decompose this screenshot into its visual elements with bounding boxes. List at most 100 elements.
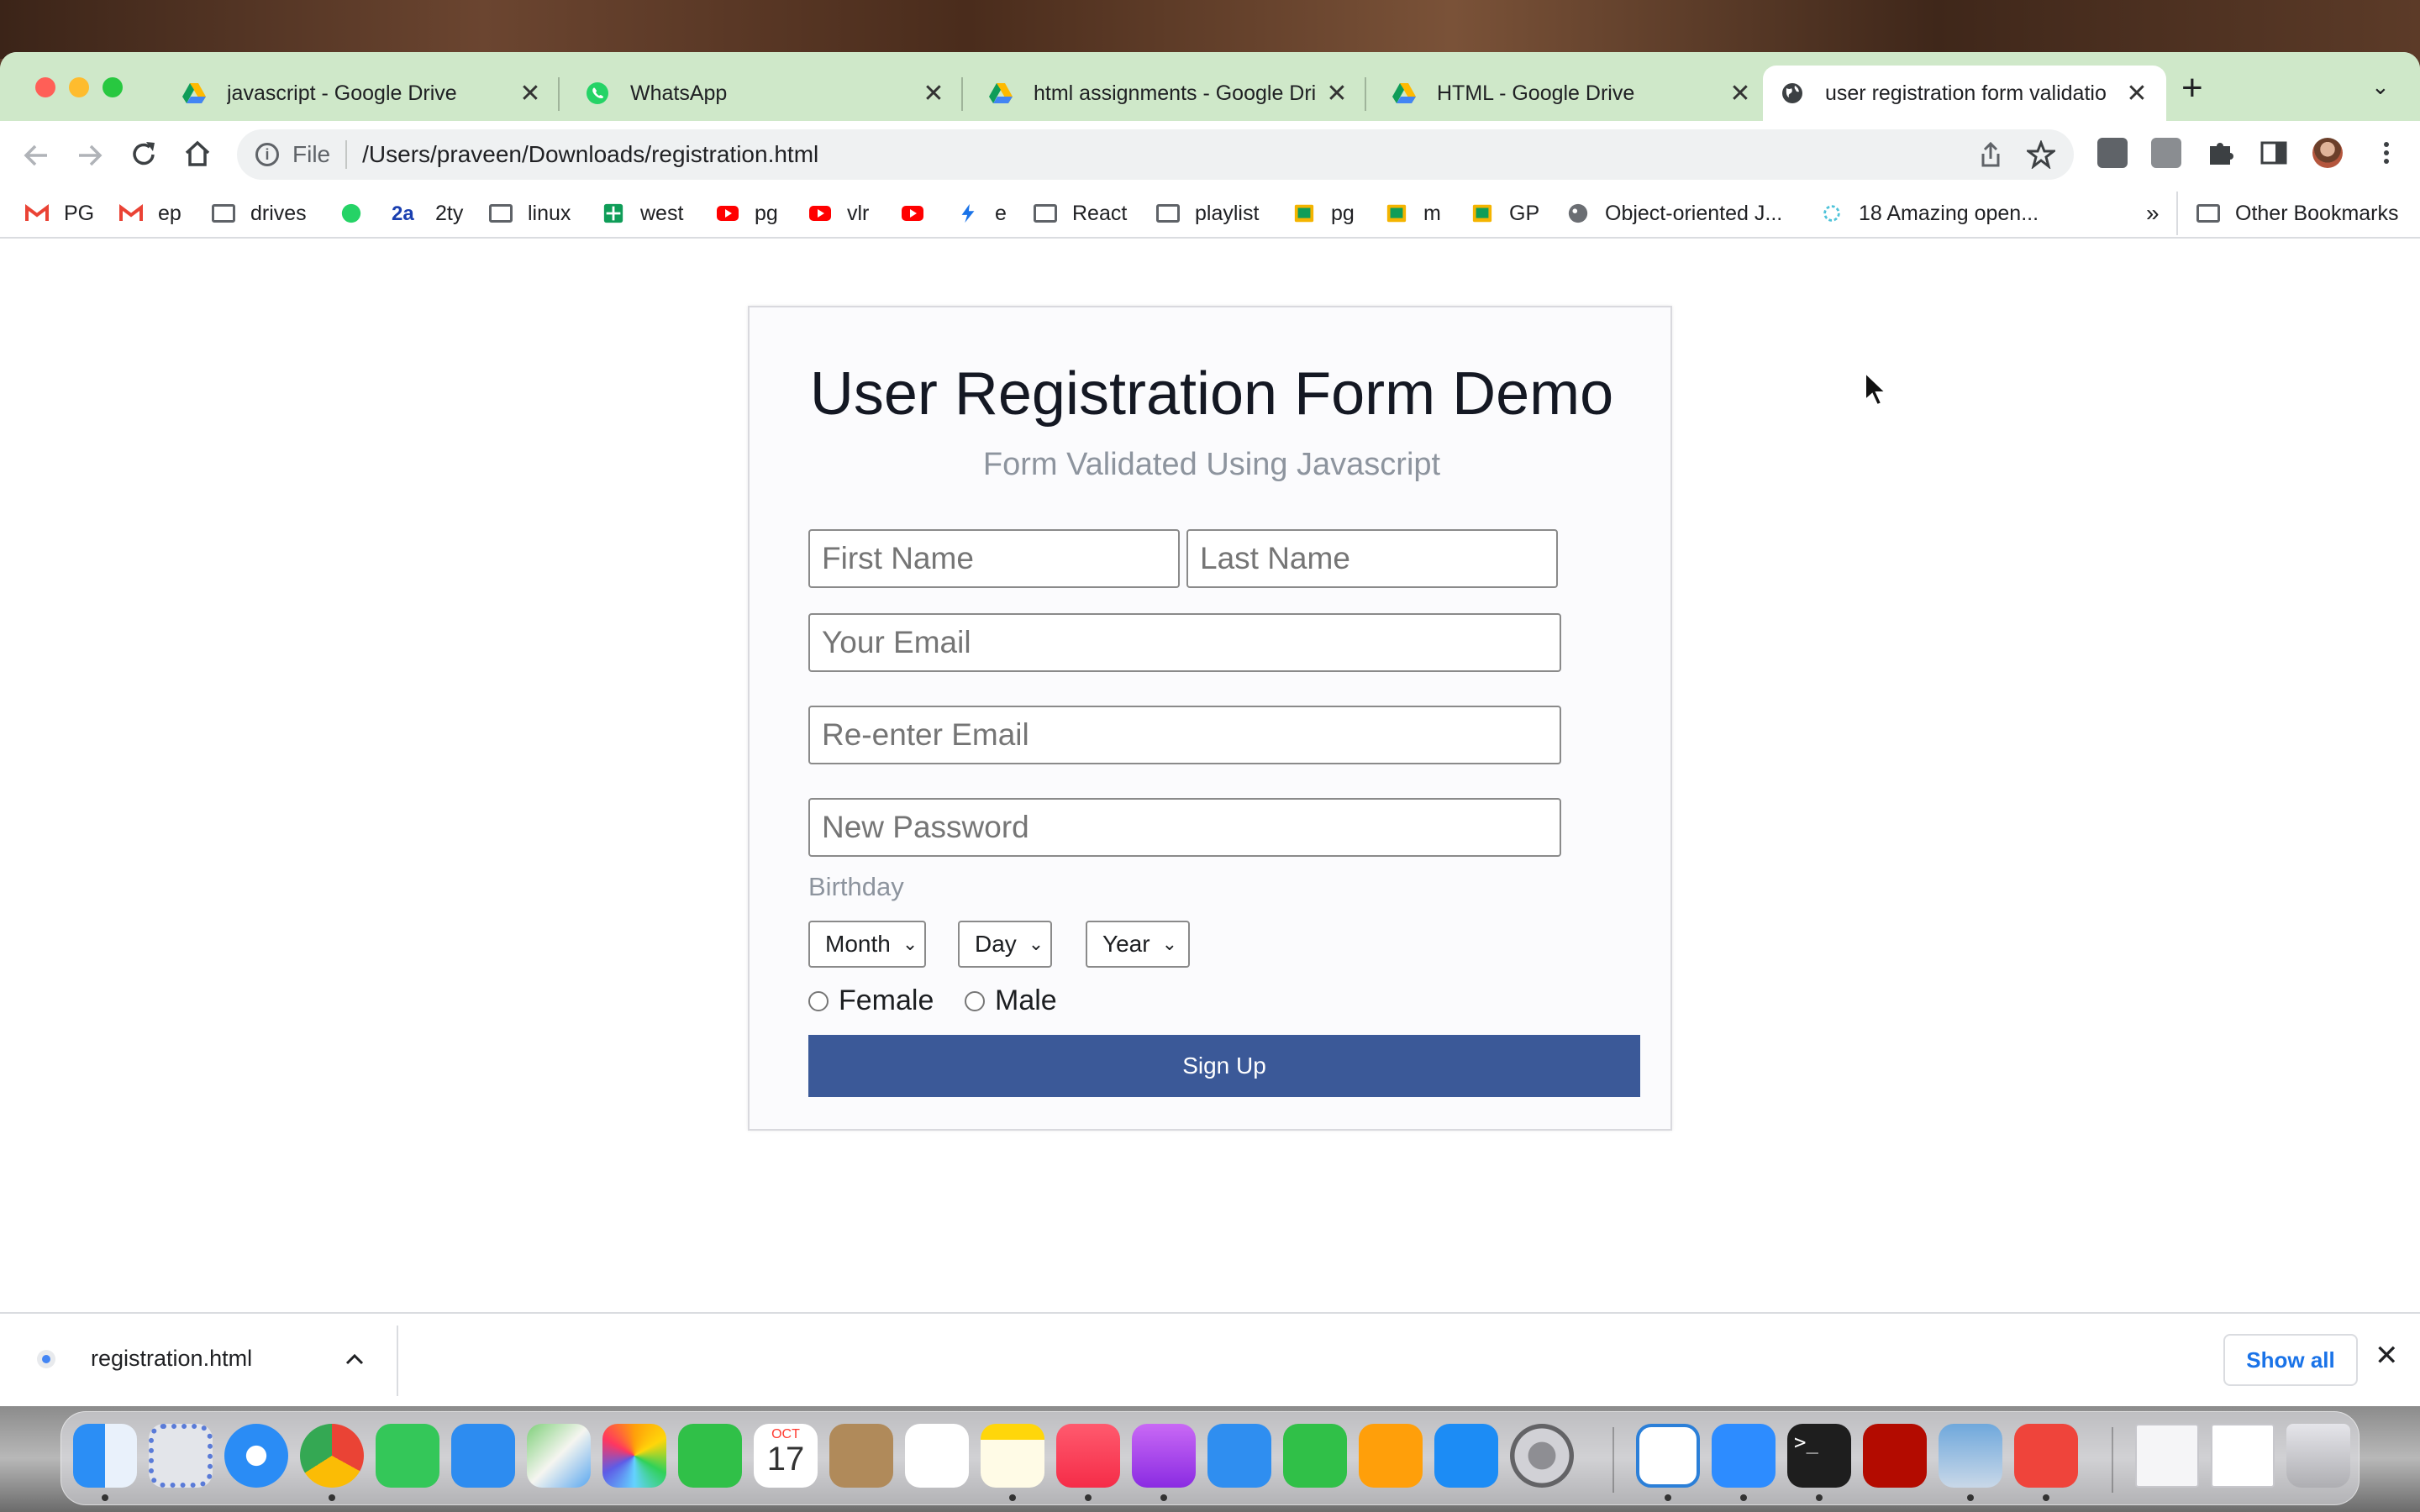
bookmark-item[interactable]: drives bbox=[212, 198, 307, 228]
reminders-icon[interactable] bbox=[905, 1424, 969, 1488]
pages-icon[interactable] bbox=[1359, 1424, 1423, 1488]
document-icon[interactable] bbox=[2211, 1424, 2275, 1488]
bookmark-item[interactable]: ep bbox=[119, 198, 182, 228]
tab-registration-active[interactable]: user registration form validatio ✕ bbox=[1763, 66, 2166, 121]
finder-icon[interactable] bbox=[73, 1424, 137, 1488]
bookmark-item[interactable]: GP bbox=[1470, 198, 1539, 228]
system-preferences-icon[interactable] bbox=[1510, 1424, 1574, 1488]
bookmark-item[interactable]: vlr bbox=[808, 198, 869, 228]
close-icon[interactable]: ✕ bbox=[1728, 79, 1753, 108]
close-icon[interactable]: ✕ bbox=[2375, 1339, 2399, 1373]
bookmark-item[interactable]: pg bbox=[716, 198, 778, 228]
podcasts-icon[interactable] bbox=[1132, 1424, 1196, 1488]
youtube-icon bbox=[809, 206, 831, 221]
gender-male-option[interactable]: Male bbox=[965, 984, 1057, 1017]
bookmark-label: GP bbox=[1509, 201, 1540, 225]
close-icon[interactable]: ✕ bbox=[518, 79, 543, 108]
close-icon[interactable]: ✕ bbox=[2124, 79, 2149, 108]
numbers-icon[interactable] bbox=[1283, 1424, 1347, 1488]
side-panel-icon[interactable] bbox=[2259, 138, 2289, 168]
bookmark-item[interactable]: 2a 2ty bbox=[392, 198, 463, 228]
bookmark-item[interactable] bbox=[339, 198, 378, 228]
bookmark-item[interactable]: 18 Amazing open... bbox=[1820, 198, 2039, 228]
bookmark-item[interactable] bbox=[901, 198, 939, 228]
zoom-icon[interactable] bbox=[1712, 1424, 1776, 1488]
tab-whatsapp[interactable]: WhatsApp ✕ bbox=[568, 66, 963, 121]
launchpad-icon[interactable] bbox=[149, 1424, 213, 1488]
safari-icon[interactable] bbox=[224, 1424, 288, 1488]
tab-title: HTML - Google Drive bbox=[1437, 81, 1635, 105]
bookmark-item[interactable]: playlist bbox=[1156, 198, 1259, 228]
preview-icon[interactable] bbox=[1939, 1424, 2002, 1488]
fullscreen-window-button[interactable] bbox=[103, 77, 123, 97]
mail-icon[interactable] bbox=[451, 1424, 515, 1488]
month-select[interactable]: Month ⌄ bbox=[808, 921, 926, 968]
new-tab-button[interactable]: + bbox=[2181, 67, 2203, 109]
puzzle-extensions-icon[interactable] bbox=[2205, 138, 2235, 168]
bookmark-item[interactable]: Object-oriented J... bbox=[1566, 198, 1782, 228]
tab-search-chevron-icon[interactable]: ⌄ bbox=[2371, 74, 2390, 100]
bookmark-star-icon[interactable] bbox=[2027, 140, 2055, 169]
bookmark-item[interactable]: pg bbox=[1292, 198, 1355, 228]
html-file-icon[interactable] bbox=[2135, 1424, 2199, 1488]
male-radio[interactable] bbox=[965, 990, 985, 1011]
minimize-window-button[interactable] bbox=[69, 77, 89, 97]
maps-icon[interactable] bbox=[527, 1424, 591, 1488]
bookmark-item[interactable]: e bbox=[956, 198, 1007, 228]
day-select[interactable]: Day ⌄ bbox=[958, 921, 1052, 968]
close-icon[interactable]: ✕ bbox=[921, 79, 946, 108]
music-icon[interactable] bbox=[1056, 1424, 1120, 1488]
app-store-icon[interactable] bbox=[1434, 1424, 1498, 1488]
bookmark-item[interactable]: React bbox=[1034, 198, 1127, 228]
year-select[interactable]: Year ⌄ bbox=[1086, 921, 1190, 968]
home-icon[interactable] bbox=[183, 139, 212, 168]
trash-icon[interactable] bbox=[2286, 1424, 2350, 1488]
chevron-up-icon[interactable] bbox=[345, 1352, 365, 1366]
show-all-button[interactable]: Show all bbox=[2223, 1334, 2358, 1386]
close-icon[interactable]: ✕ bbox=[1324, 79, 1349, 108]
anydesk-icon[interactable] bbox=[2014, 1424, 2078, 1488]
bookmark-item[interactable]: m bbox=[1385, 198, 1441, 228]
bookmark-item[interactable]: PG bbox=[25, 198, 94, 228]
email-input[interactable] bbox=[808, 613, 1561, 672]
bookmark-item[interactable]: linux bbox=[489, 198, 571, 228]
calendar-icon[interactable]: OCT 17 bbox=[754, 1424, 818, 1488]
notes-icon[interactable] bbox=[981, 1424, 1044, 1488]
last-name-input[interactable] bbox=[1186, 529, 1558, 588]
keynote-icon[interactable] bbox=[1207, 1424, 1271, 1488]
extension-ib-icon[interactable] bbox=[2151, 138, 2181, 168]
back-arrow-icon[interactable] bbox=[22, 143, 50, 168]
gender-female-option[interactable]: Female bbox=[808, 984, 934, 1017]
sign-up-button[interactable]: Sign Up bbox=[808, 1035, 1640, 1097]
photos-icon[interactable] bbox=[602, 1424, 666, 1488]
other-bookmarks[interactable]: Other Bookmarks bbox=[2196, 198, 2399, 228]
acrobat-icon[interactable] bbox=[1863, 1424, 1927, 1488]
first-name-input[interactable] bbox=[808, 529, 1180, 588]
tab-javascript-drive[interactable]: javascript - Google Drive ✕ bbox=[165, 66, 560, 121]
browser-toolbar: i File /Users/praveen/Downloads/registra… bbox=[0, 121, 2420, 188]
download-item[interactable]: registration.html bbox=[35, 1346, 252, 1372]
info-icon[interactable]: i bbox=[255, 143, 279, 166]
address-bar[interactable]: i File /Users/praveen/Downloads/registra… bbox=[237, 129, 2074, 180]
reenter-email-input[interactable] bbox=[808, 706, 1561, 764]
female-radio[interactable] bbox=[808, 990, 829, 1011]
terminal-icon[interactable]: >_ bbox=[1787, 1424, 1851, 1488]
bookmarks-overflow-button[interactable]: » bbox=[2146, 198, 2160, 228]
chrome-icon[interactable] bbox=[300, 1424, 364, 1488]
messages-icon[interactable] bbox=[376, 1424, 439, 1488]
extension-icon[interactable] bbox=[2097, 138, 2128, 168]
tab-html-drive[interactable]: HTML - Google Drive ✕ bbox=[1375, 66, 1770, 121]
forward-arrow-icon[interactable] bbox=[76, 143, 104, 168]
avatar[interactable] bbox=[2312, 138, 2343, 168]
reload-icon[interactable] bbox=[129, 139, 158, 170]
more-menu-icon[interactable] bbox=[2371, 138, 2402, 168]
tab-html-assignments[interactable]: html assignments - Google Dri ✕ bbox=[971, 66, 1366, 121]
new-password-input[interactable] bbox=[808, 798, 1561, 857]
close-window-button[interactable] bbox=[35, 77, 55, 97]
contacts-icon[interactable] bbox=[829, 1424, 893, 1488]
tab-title: user registration form validatio bbox=[1825, 81, 2107, 105]
share-icon[interactable] bbox=[1978, 140, 2003, 169]
facetime-icon[interactable] bbox=[678, 1424, 742, 1488]
bookmark-item[interactable]: west bbox=[602, 198, 683, 228]
vscode-icon[interactable] bbox=[1636, 1424, 1700, 1488]
